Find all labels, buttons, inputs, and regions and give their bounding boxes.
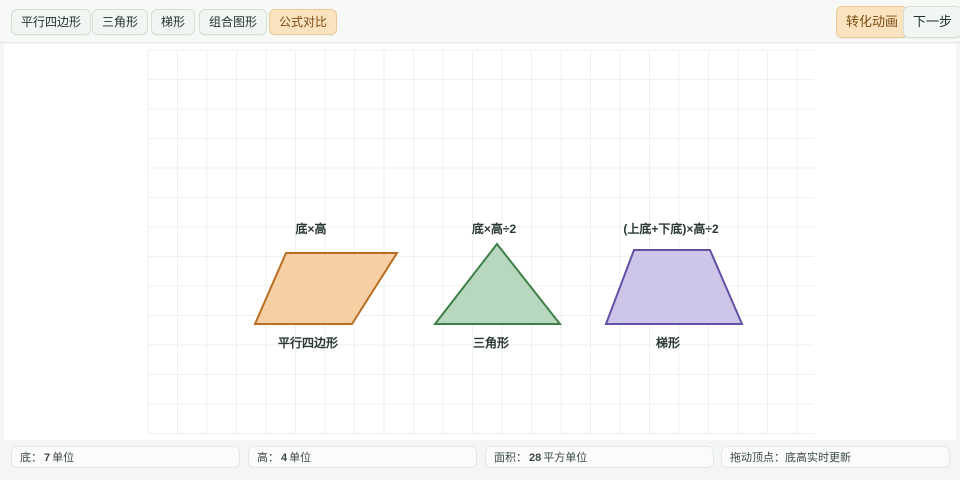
base-readout: 底： 7 单位 xyxy=(11,446,240,468)
shape-canvas: 底×高 底×高÷2 (上底+下底)×高÷2 平行四边形 三角形 梯形 xyxy=(147,49,814,434)
area-value: 28 xyxy=(529,452,542,464)
tab-composite[interactable]: 组合图形 xyxy=(199,9,268,35)
drag-hint: 拖动顶点：底高实时更新 xyxy=(721,446,950,468)
tab-parallelogram[interactable]: 平行四边形 xyxy=(11,9,92,35)
area-readout: 面积： 28 平方单位 xyxy=(485,446,714,468)
base-value: 7 xyxy=(44,452,51,464)
toolbar: 平行四边形 三角形 梯形 组合图形 公式对比 转化动画 下一步 xyxy=(0,0,960,43)
area-label: 面积： xyxy=(494,452,527,464)
triangle-formula: 底×高÷2 xyxy=(472,221,517,236)
parallelogram-shape[interactable] xyxy=(253,252,399,325)
animate-button[interactable]: 转化动画 xyxy=(836,6,909,38)
base-unit: 单位 xyxy=(52,452,75,464)
trapezoid-name: 梯形 xyxy=(656,335,680,350)
parallelogram-formula: 底×高 xyxy=(295,221,326,236)
base-label: 底： xyxy=(20,452,42,464)
height-readout: 高： 4 单位 xyxy=(248,446,477,468)
triangle-name: 三角形 xyxy=(473,335,509,350)
tab-formula-compare[interactable]: 公式对比 xyxy=(269,9,338,35)
canvas-area[interactable]: 底×高 底×高÷2 (上底+下底)×高÷2 平行四边形 三角形 梯形 xyxy=(4,44,956,440)
next-step-button[interactable]: 下一步 xyxy=(903,6,960,38)
trapezoid-shape[interactable] xyxy=(604,249,744,325)
height-unit: 单位 xyxy=(289,452,312,464)
area-unit: 平方单位 xyxy=(543,452,588,464)
height-label: 高： xyxy=(257,452,279,464)
trapezoid-formula: (上底+下底)×高÷2 xyxy=(623,221,719,236)
grid-lines xyxy=(147,49,814,434)
tab-trapezoid[interactable]: 梯形 xyxy=(151,9,196,35)
parallelogram-name: 平行四边形 xyxy=(278,335,338,350)
height-value: 4 xyxy=(281,452,288,464)
status-bar: 底： 7 单位 高： 4 单位 面积： 28 平方单位 拖动顶点：底高实时更新 xyxy=(0,440,960,480)
tab-triangle[interactable]: 三角形 xyxy=(92,9,149,35)
